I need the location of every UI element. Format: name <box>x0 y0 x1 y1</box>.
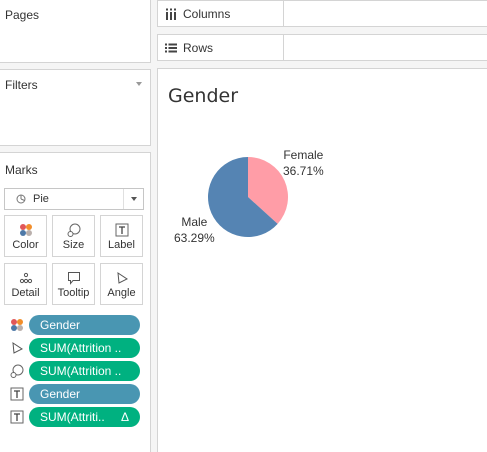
color-button-label: Color <box>12 239 39 251</box>
tooltip-bubble-icon <box>67 272 80 285</box>
pages-card[interactable]: Pages <box>0 0 151 63</box>
shelf-divider <box>283 1 284 26</box>
angle-icon <box>12 341 23 354</box>
dropdown-separator <box>123 189 124 209</box>
tooltip-button[interactable]: Tooltip <box>52 263 95 305</box>
text-label-icon <box>10 410 24 424</box>
columns-shelf-label: Columns <box>183 7 231 21</box>
rows-shelf-label: Rows <box>183 41 214 55</box>
size-bubbles-icon <box>67 223 80 237</box>
filters-card[interactable]: Filters <box>0 69 151 146</box>
chevron-down-icon <box>131 197 137 201</box>
text-label-icon <box>115 223 128 237</box>
field-pill[interactable]: Gender <box>29 315 140 335</box>
mark-field-gender-label: Gender <box>0 384 151 404</box>
mark-field-attrition-label: SUM(Attriti.. Δ <box>0 407 151 427</box>
field-pill[interactable]: SUM(Attriti.. Δ <box>29 407 140 427</box>
left-panel: Pages Filters Marks Pie Color Size Label… <box>0 0 151 452</box>
rows-shelf[interactable]: Rows <box>157 34 487 61</box>
field-pill[interactable]: SUM(Attrition .. <box>29 361 140 381</box>
field-pill-label: SUM(Attrition .. <box>40 341 122 355</box>
field-pill-label: Gender <box>40 387 81 401</box>
pie-chart <box>208 157 288 237</box>
detail-button[interactable]: Detail <box>4 263 47 305</box>
detail-button-label: Detail <box>11 287 40 299</box>
label-button[interactable]: Label <box>100 215 143 257</box>
view-canvas: Gender Female 36.71% Male 63.29% <box>157 68 487 452</box>
chart-title: Gender <box>168 85 239 107</box>
table-calc-delta-icon: Δ <box>120 410 129 424</box>
columns-shelf[interactable]: Columns <box>157 0 487 27</box>
female-label-percent: 36.71% <box>283 164 324 178</box>
shelf-divider <box>283 35 284 60</box>
text-label-icon <box>10 387 24 401</box>
mark-field-attrition-angle: SUM(Attrition .. <box>0 338 151 358</box>
detail-dots-icon <box>19 272 32 284</box>
male-slice-label: Male 63.29% <box>174 214 215 246</box>
male-label-name: Male <box>181 215 208 229</box>
label-button-label: Label <box>108 239 135 251</box>
mark-field-gender-color: Gender <box>0 315 151 335</box>
filters-menu-caret-icon[interactable] <box>136 82 142 86</box>
angle-icon <box>116 271 128 284</box>
color-dots-icon <box>11 319 23 331</box>
size-button[interactable]: Size <box>52 215 95 257</box>
filters-title: Filters <box>5 78 38 92</box>
female-slice-label: Female 36.71% <box>283 147 324 179</box>
marks-card: Marks Pie Color Size Label Detail Toolti… <box>0 152 151 452</box>
pie-mark-icon <box>16 194 26 204</box>
color-dots-icon <box>19 224 32 236</box>
female-label-name: Female <box>283 148 324 162</box>
mark-field-attrition-size: SUM(Attrition .. <box>0 361 151 381</box>
mark-type-dropdown[interactable]: Pie <box>4 188 144 210</box>
columns-icon <box>166 8 176 20</box>
tooltip-button-label: Tooltip <box>57 287 90 299</box>
rows-icon <box>165 43 177 53</box>
field-pill-label: SUM(Attriti.. <box>40 410 105 424</box>
angle-button-label: Angle <box>107 287 136 299</box>
field-pill[interactable]: SUM(Attrition .. <box>29 338 140 358</box>
field-pill[interactable]: Gender <box>29 384 140 404</box>
angle-button[interactable]: Angle <box>100 263 143 305</box>
male-label-percent: 63.29% <box>174 231 215 245</box>
size-button-label: Size <box>62 239 85 251</box>
field-pill-label: Gender <box>40 318 81 332</box>
mark-type-label: Pie <box>33 193 49 205</box>
color-button[interactable]: Color <box>4 215 47 257</box>
marks-title: Marks <box>5 163 38 177</box>
field-pill-label: SUM(Attrition .. <box>40 364 122 378</box>
size-bubbles-icon <box>10 364 24 378</box>
pages-title: Pages <box>5 8 40 22</box>
